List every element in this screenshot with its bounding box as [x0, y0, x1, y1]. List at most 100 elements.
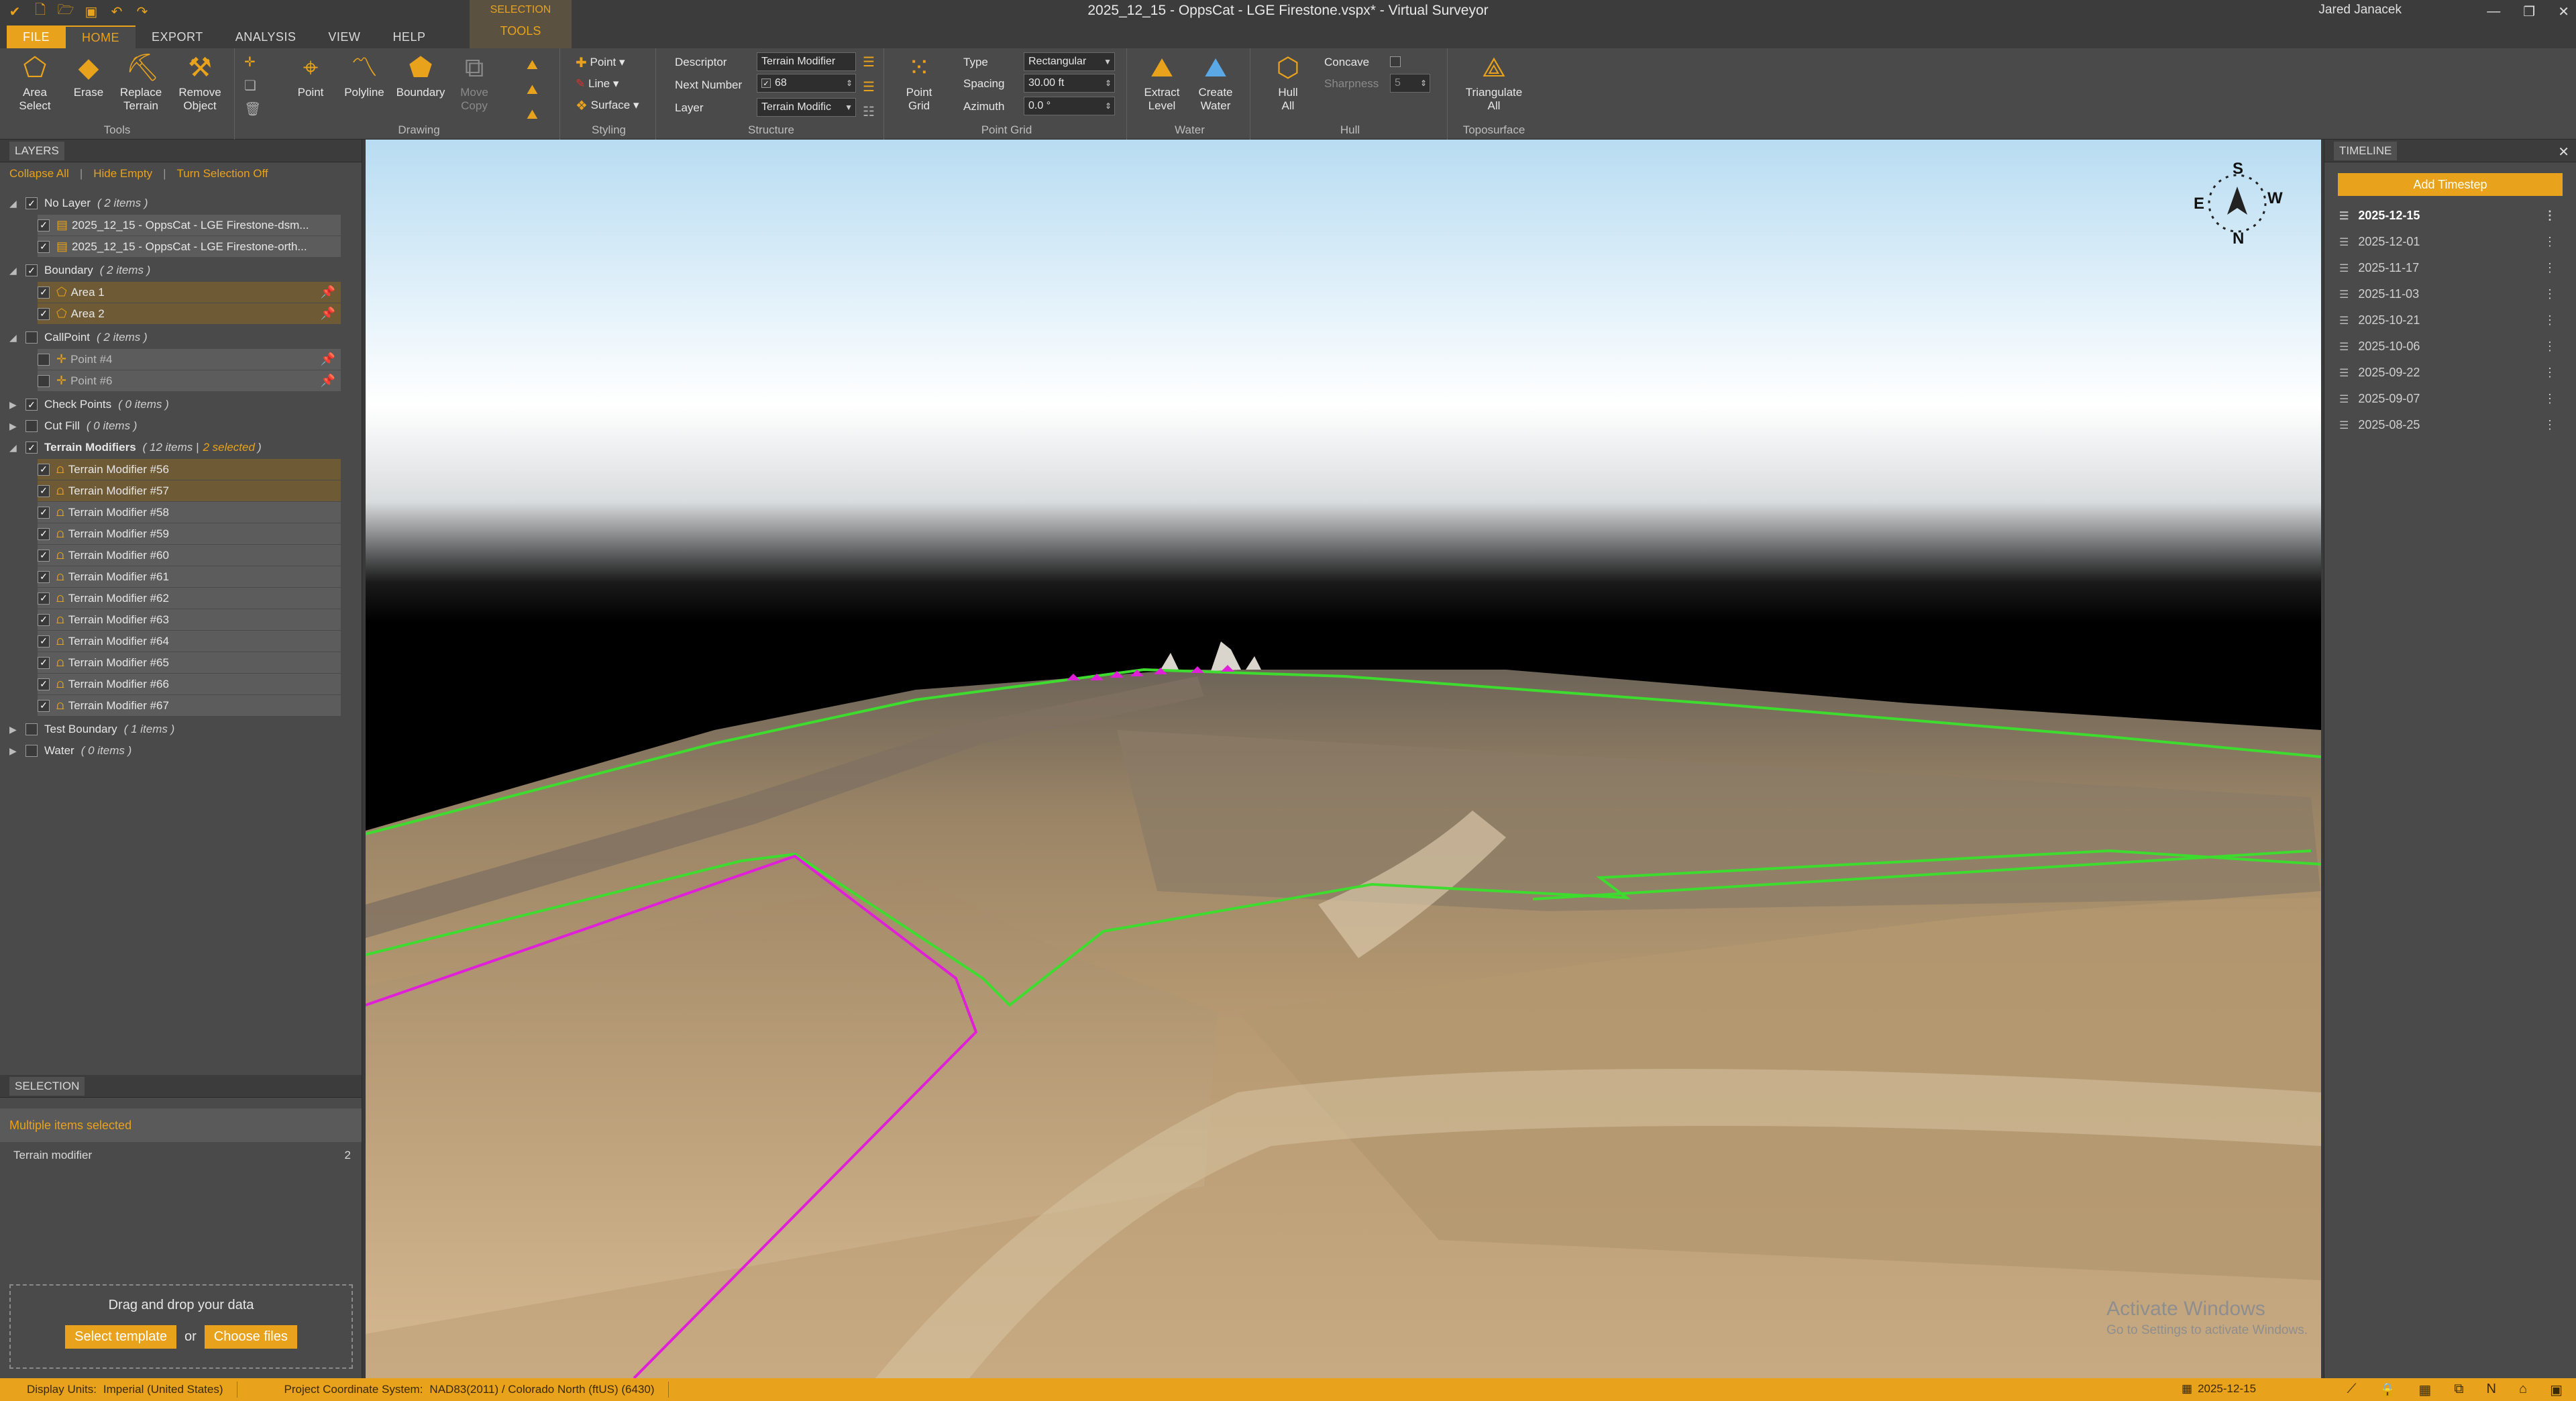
layer-item-checkbox[interactable]: ✓	[38, 506, 50, 519]
list-numbered-icon[interactable]: ☰	[863, 79, 875, 95]
delete-icon[interactable]: 🗑	[244, 101, 261, 117]
close-icon[interactable]: ✕	[2558, 3, 2569, 20]
choose-files-button[interactable]: Choose files	[204, 1325, 297, 1349]
chart-icon[interactable]: ⟋	[2347, 1382, 2356, 1398]
layer-dropdown[interactable]: Terrain Modific ▼	[757, 98, 856, 117]
3d-viewport[interactable]: S N E W Activate Windows Go to Settings …	[366, 140, 2321, 1378]
pin-icon[interactable]: 📌	[321, 352, 335, 366]
lock-icon[interactable]: 🔒	[2379, 1382, 2396, 1398]
pin-icon[interactable]: 📌	[321, 307, 335, 321]
drag-handle-icon[interactable]: ☰	[2339, 393, 2349, 406]
wand-icon[interactable]: ✛	[244, 54, 261, 70]
layer-item-checkbox[interactable]: ✓	[38, 463, 50, 476]
tab-file[interactable]: FILE	[7, 25, 66, 48]
polyline-button[interactable]: 〽 Polyline	[337, 52, 391, 99]
layer-checkbox[interactable]: ✓	[25, 197, 38, 209]
layer-item-checkbox[interactable]: ✓	[38, 570, 50, 583]
select-template-button[interactable]: Select template	[65, 1325, 176, 1349]
layer-group-water[interactable]: ▶ Water ( 0 items )	[9, 741, 131, 761]
sharpness-field[interactable]: 5 ⇕	[1390, 74, 1430, 93]
drag-handle-icon[interactable]: ☰	[2339, 262, 2349, 275]
extract-level-button[interactable]: ⛰ Extract Level	[1135, 52, 1189, 113]
chevron-right-icon[interactable]: ▶	[9, 399, 21, 411]
layer-group-no-layer[interactable]: ◢ ✓ No Layer ( 2 items )	[9, 193, 148, 213]
spinner-icon[interactable]: ⇕	[1105, 79, 1112, 88]
layer-checkbox[interactable]	[25, 420, 38, 432]
layer-item[interactable]: ✓ ⩍ Terrain Modifier #60	[38, 545, 341, 566]
layer-item[interactable]: ✓ ⩍ Terrain Modifier #64	[38, 631, 341, 652]
layer-item[interactable]: ✓ ⩍ Terrain Modifier #59	[38, 523, 341, 544]
hull-all-button[interactable]: ⬡ Hull All	[1261, 52, 1315, 113]
open-folder-icon[interactable]: 🗁	[58, 3, 74, 19]
layer-group-callpoint[interactable]: ◢ CallPoint ( 2 items )	[9, 327, 148, 348]
layer-item[interactable]: ✓ ⬠ Area 2 📌	[38, 303, 341, 324]
minimize-icon[interactable]: —	[2487, 4, 2500, 19]
layer-checkbox[interactable]	[25, 331, 38, 344]
next-number-checkbox[interactable]: ✓	[761, 79, 771, 88]
drag-handle-icon[interactable]: ☰	[2339, 314, 2349, 327]
selection-item[interactable]: Terrain modifier 2	[0, 1142, 362, 1169]
layer-item-checkbox[interactable]: ✓	[38, 219, 50, 231]
kebab-menu-icon[interactable]: ⋮	[2544, 313, 2556, 327]
restore-icon[interactable]: ❐	[2523, 3, 2535, 20]
terrain-c-icon[interactable]: ⛰	[527, 107, 538, 123]
undo-icon[interactable]: ↶	[109, 3, 125, 19]
style-point-dropdown[interactable]: ✚ Point ▾	[576, 52, 625, 72]
pin-icon[interactable]: 📌	[321, 285, 335, 299]
timestep-row[interactable]: ☰ 2025-10-06 ⋮	[2324, 333, 2576, 360]
timestep-row[interactable]: ☰ 2025-09-22 ⋮	[2324, 360, 2576, 386]
remove-object-button[interactable]: ⚒ Remove Object	[173, 52, 227, 113]
close-icon[interactable]: ✕	[2558, 144, 2569, 160]
home-icon[interactable]: ⌂	[2519, 1382, 2527, 1398]
boundary-button[interactable]: ⬟ Boundary	[394, 52, 447, 99]
spinner-icon[interactable]: ⇕	[1420, 79, 1427, 88]
layer-item-checkbox[interactable]: ✓	[38, 307, 50, 320]
layer-item-checkbox[interactable]: ✓	[38, 484, 50, 497]
style-surface-dropdown[interactable]: ❖ Surface ▾	[576, 95, 639, 115]
point-grid-button[interactable]: ⁙ Point Grid	[892, 52, 946, 113]
kebab-menu-icon[interactable]: ⋮	[2544, 235, 2556, 249]
chevron-down-icon[interactable]: ◢	[9, 332, 21, 344]
timestep-row[interactable]: ☰ 2025-12-15 ⋮	[2324, 203, 2576, 229]
timestep-row[interactable]: ☰ 2025-12-01 ⋮	[2324, 229, 2576, 255]
grid-icon[interactable]: ▦	[2418, 1382, 2431, 1398]
layer-item-checkbox[interactable]: ✓	[38, 286, 50, 299]
layer-item[interactable]: ✓ ⩍ Terrain Modifier #58	[38, 502, 341, 523]
layer-item-checkbox[interactable]: ✓	[38, 549, 50, 562]
erase-button[interactable]: ◆ Erase	[62, 52, 115, 99]
add-timestep-button[interactable]: Add Timestep	[2338, 173, 2563, 196]
layer-item-checkbox[interactable]: ✓	[38, 527, 50, 540]
concave-checkbox[interactable]	[1390, 56, 1401, 67]
triangulate-all-button[interactable]: ⟁ Triangulate All	[1457, 52, 1531, 113]
kebab-menu-icon[interactable]: ⋮	[2544, 287, 2556, 301]
timestep-row[interactable]: ☰ 2025-10-21 ⋮	[2324, 307, 2576, 333]
tab-export[interactable]: EXPORT	[136, 25, 219, 48]
point-button[interactable]: ⌖ Point	[284, 52, 337, 99]
drag-handle-icon[interactable]: ☰	[2339, 209, 2349, 223]
descriptor-field[interactable]: Terrain Modifier	[757, 52, 856, 71]
chevron-right-icon[interactable]: ▶	[9, 745, 21, 757]
kebab-menu-icon[interactable]: ⋮	[2544, 418, 2556, 432]
layer-item-checkbox[interactable]: ✓	[38, 678, 50, 690]
layer-item-checkbox[interactable]	[38, 374, 50, 387]
layer-checkbox[interactable]	[25, 745, 38, 757]
timestep-row[interactable]: ☰ 2025-11-17 ⋮	[2324, 255, 2576, 281]
north-icon[interactable]: N	[2487, 1382, 2496, 1398]
layer-item-checkbox[interactable]: ✓	[38, 240, 50, 253]
terrain-b-icon[interactable]: ⛰	[527, 83, 538, 98]
kebab-menu-icon[interactable]: ⋮	[2544, 392, 2556, 406]
timestep-row[interactable]: ☰ 2025-08-25 ⋮	[2324, 412, 2576, 438]
tab-analysis[interactable]: ANALYSIS	[219, 25, 313, 48]
drag-handle-icon[interactable]: ☰	[2339, 366, 2349, 380]
azimuth-field[interactable]: 0.0 ° ⇕	[1024, 97, 1115, 115]
copy-icon[interactable]: ❏	[244, 77, 261, 94]
layer-item-checkbox[interactable]: ✓	[38, 613, 50, 626]
layer-group-terrain-modifiers[interactable]: ◢ ✓ Terrain Modifiers ( 12 items | 2 selecte…	[9, 437, 262, 458]
replace-terrain-button[interactable]: ⛏ Replace Terrain	[114, 52, 168, 113]
pin-icon[interactable]: 📌	[321, 374, 335, 388]
layer-group-boundary[interactable]: ◢ ✓ Boundary ( 2 items )	[9, 260, 150, 280]
spacing-field[interactable]: 30.00 ft ⇕	[1024, 74, 1115, 93]
layer-item[interactable]: ✓ ⩍ Terrain Modifier #67	[38, 695, 341, 716]
area-select-button[interactable]: ⬠ Area Select	[8, 52, 62, 113]
collapse-all-link[interactable]: Collapse All	[9, 167, 69, 180]
